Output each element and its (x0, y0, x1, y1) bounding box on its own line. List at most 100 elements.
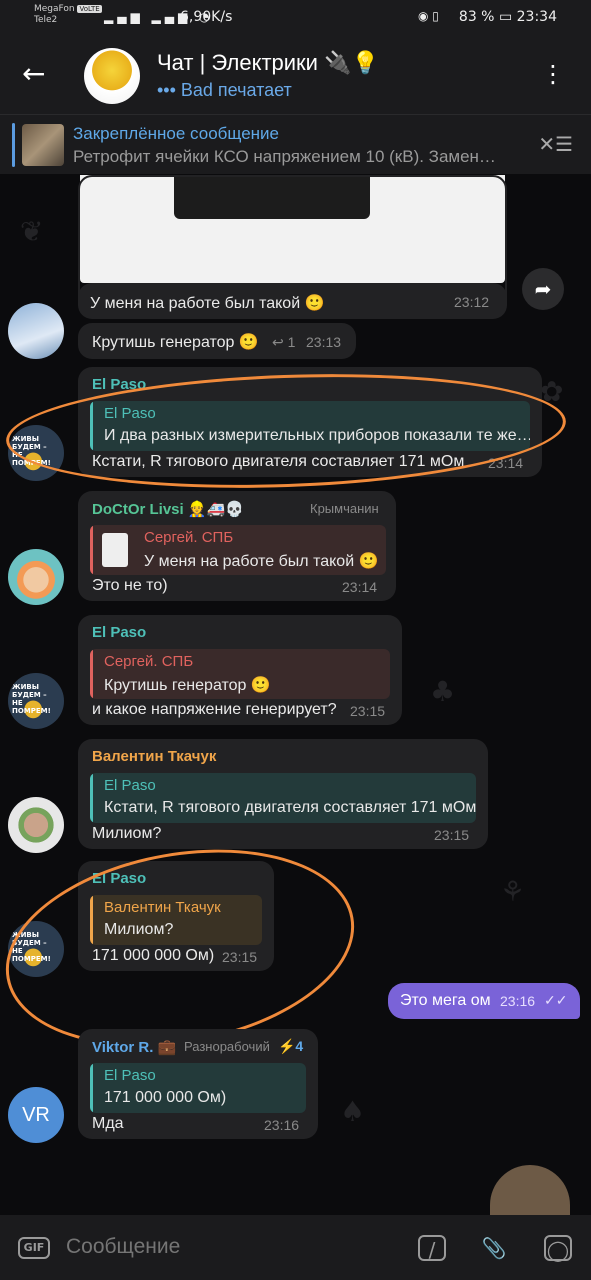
pattern-doodle-icon: ⚘ (500, 875, 526, 908)
outgoing-message-bubble[interactable]: Это мега ом 23:16 ✓✓ (388, 983, 580, 1019)
status-right: 83 % ▭ 23:34 (459, 9, 557, 25)
message-bubble[interactable]: El Paso Сергей. СПБ Крутишь генератор 🙂 … (78, 615, 402, 725)
reply-quote[interactable]: El Paso 171 000 000 Ом) (90, 1063, 306, 1113)
reply-quote[interactable]: El Paso Кстати, R тягового двигателя сос… (90, 773, 476, 823)
avatar[interactable]: ЖИВЫ БУДЕМ – НЕ ПОМРЕМ! (8, 673, 64, 729)
message-time: 23:14 (488, 455, 524, 471)
message-list[interactable]: ❦ ✿ ♣ ⚘ ♠ У меня на работе был такой 🙂 2… (0, 175, 591, 1215)
carrier-1: MegaFon (34, 4, 75, 14)
caption-bg: У меня на работе был такой 🙂 23:12 (78, 283, 507, 319)
message-time: 23:15 (350, 703, 386, 719)
message-time: 23:13 (306, 334, 342, 350)
message-text: Это не то) (92, 577, 168, 594)
sender-name[interactable]: El Paso (92, 376, 146, 393)
pattern-doodle-icon: ♠ (340, 1095, 366, 1128)
sender-name[interactable]: DoCtOr Livsi 👷🚑💀 (92, 500, 244, 518)
avatar[interactable] (8, 549, 64, 605)
member-badge: Крымчанин (310, 501, 379, 516)
message-text: У меня на работе был такой 🙂 (90, 295, 325, 312)
sender-name[interactable]: Viktor R. 💼 (92, 1038, 176, 1056)
quote-thumbnail (102, 533, 128, 567)
quote-sender: Сергей. СПБ (104, 653, 194, 670)
quote-text: 171 000 000 Ом) (104, 1089, 227, 1106)
sticker-peek (490, 1165, 570, 1215)
message-bubble[interactable]: Валентин Ткачук El Paso Кстати, R тягово… (78, 739, 488, 849)
message-input[interactable] (66, 1235, 396, 1259)
carrier-info: MegaFon VoLTE Tele2 (34, 4, 102, 26)
message-time: 23:15 (222, 949, 258, 965)
bot-command-icon[interactable]: / (418, 1235, 446, 1262)
quote-bar (90, 401, 93, 451)
sender-name[interactable]: El Paso (92, 624, 146, 641)
battery-icon: ▭ (498, 9, 517, 25)
member-badge: Разнорабочий (184, 1039, 270, 1054)
message-text: Милиом? (92, 825, 162, 842)
more-vertical-icon[interactable]: ⋮ (541, 60, 565, 88)
quote-bar (90, 895, 93, 945)
back-arrow-icon[interactable]: ← (22, 60, 45, 88)
avatar-caption: ЖИВЫ БУДЕМ – НЕ ПОМРЕМ! (12, 683, 51, 715)
camera-record-icon[interactable]: ◯ (544, 1235, 572, 1262)
pattern-doodle-icon: ✿ (540, 375, 564, 408)
pinned-thumbnail (22, 124, 64, 166)
composer-bar: GIF / 📎 ◯ (0, 1215, 591, 1280)
attach-paperclip-icon[interactable]: 📎 (480, 1235, 508, 1261)
message-time: 23:14 (342, 579, 378, 595)
message-text: Крутишь генератор 🙂 (92, 334, 259, 351)
clock: 23:34 (516, 9, 557, 25)
quote-text: И два разных измерительных приборов пока… (104, 427, 530, 444)
pin-list-icon[interactable]: ✕☰ (538, 132, 573, 156)
pinned-indicator (12, 123, 15, 167)
sender-name[interactable]: El Paso (92, 870, 146, 887)
message-bubble[interactable]: El Paso El Paso И два разных измерительн… (78, 367, 542, 477)
avatar[interactable]: ЖИВЫ БУДЕМ – НЕ ПОМРЕМ! (8, 921, 64, 977)
pinned-text: Ретрофит ячейки КСО напряжением 10 (кВ).… (73, 147, 496, 166)
reply-count[interactable]: ↩ 1 (272, 334, 295, 351)
reply-quote[interactable]: El Paso И два разных измерительных прибо… (90, 401, 530, 451)
eye-vibrate-icon: ◉ ▯ (418, 9, 439, 23)
pinned-message-bar[interactable]: Закреплённое сообщение Ретрофит ячейки К… (0, 114, 591, 174)
message-time: 23:12 (454, 294, 490, 310)
quote-sender: Сергей. СПБ (144, 529, 234, 546)
quote-bar (90, 649, 93, 699)
status-bar: MegaFon VoLTE Tele2 ▂▄▆ ▂▄▆ ◔ 6,90K/s ◉ … (0, 0, 591, 36)
reply-quote[interactable]: Валентин Ткачук Милиом? (90, 895, 262, 945)
gif-button[interactable]: GIF (18, 1237, 50, 1259)
pattern-doodle-icon: ❦ (20, 215, 44, 248)
volte-badge: VoLTE (77, 5, 102, 13)
avatar[interactable] (8, 797, 64, 853)
reply-quote[interactable]: Сергей. СПБ У меня на работе был такой 🙂 (90, 525, 386, 575)
avatar[interactable] (8, 303, 64, 359)
quote-text: Кстати, R тягового двигателя составляет … (104, 799, 476, 816)
avatar-caption: ЖИВЫ БУДЕМ – НЕ ПОМРЕМ! (12, 435, 51, 467)
sender-name[interactable]: Валентин Ткачук (92, 748, 216, 765)
group-avatar[interactable] (84, 48, 140, 104)
net-speed: 6,90K/s (180, 9, 233, 25)
quote-text: Милиом? (104, 921, 174, 938)
message-bubble[interactable]: El Paso Валентин Ткачук Милиом? 171 000 … (78, 861, 274, 971)
message-time: 23:16 (500, 993, 536, 1009)
pattern-doodle-icon: ♣ (430, 675, 456, 708)
message-text: Кстати, R тягового двигателя составляет … (92, 453, 465, 470)
message-bubble[interactable]: DoCtOr Livsi 👷🚑💀 Крымчанин Сергей. СПБ У… (78, 491, 396, 601)
quote-bar (90, 1063, 93, 1113)
quote-bar (90, 525, 93, 575)
chat-header: ← Чат | Электрики 🔌💡 ••• Bad печатает ⋮ (0, 36, 591, 114)
pinned-title: Закреплённое сообщение (73, 124, 279, 143)
quote-text: У меня на работе был такой 🙂 (144, 553, 379, 570)
reply-quote[interactable]: Сергей. СПБ Крутишь генератор 🙂 (90, 649, 390, 699)
chat-title[interactable]: Чат | Электрики 🔌💡 (157, 50, 379, 76)
message-time: 23:16 (264, 1117, 300, 1133)
message-bubble[interactable]: Крутишь генератор 🙂 ↩ 1 23:13 (78, 323, 356, 359)
share-forward-icon[interactable]: ➦ (522, 268, 564, 310)
quote-text: Крутишь генератор 🙂 (104, 677, 271, 694)
quote-sender: El Paso (104, 777, 156, 794)
avatar[interactable]: ЖИВЫ БУДЕМ – НЕ ПОМРЕМ! (8, 425, 64, 481)
typing-status: ••• Bad печатает (157, 80, 292, 100)
message-bubble[interactable]: Viktor R. 💼 Разнорабочий ⚡4 El Paso 171 … (78, 1029, 318, 1139)
quote-sender: El Paso (104, 1067, 156, 1084)
battery-percent: 83 % (458, 9, 495, 25)
avatar[interactable]: VR (8, 1087, 64, 1143)
quote-bar (90, 773, 93, 823)
read-ticks-icon: ✓✓ (544, 992, 568, 1008)
